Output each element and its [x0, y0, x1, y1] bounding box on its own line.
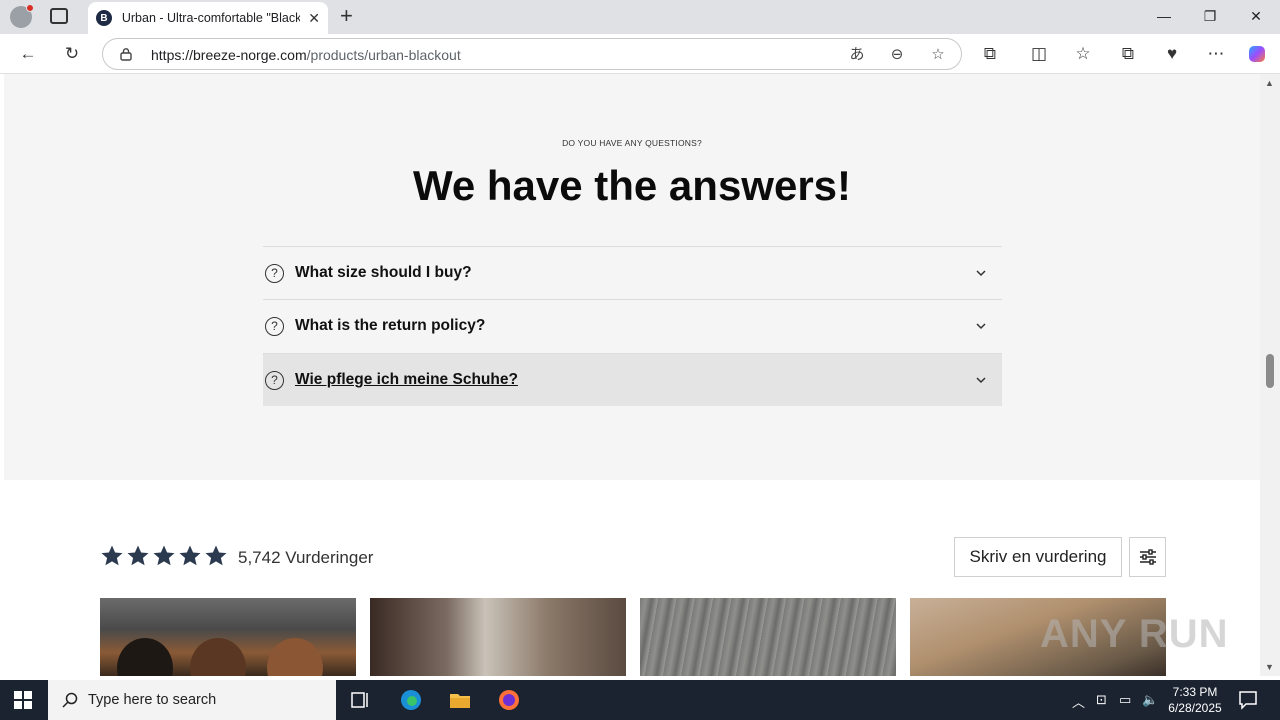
star-icon [205, 545, 227, 566]
star-icon [153, 545, 175, 566]
copilot-icon[interactable] [1247, 44, 1267, 64]
close-window-button[interactable]: ✕ [1246, 8, 1266, 25]
faq-item-size[interactable]: ? What size should I buy? [263, 246, 1002, 299]
filter-button[interactable] [1129, 537, 1166, 577]
faq-eyebrow: DO YOU HAVE ANY QUESTIONS? [562, 138, 702, 148]
collections-icon[interactable]: ⧉ [1118, 44, 1138, 64]
web-page: DO YOU HAVE ANY QUESTIONS? We have the a… [0, 74, 1260, 676]
profile-avatar[interactable] [10, 4, 34, 28]
star-rating [100, 544, 228, 568]
chevron-down-icon [976, 377, 986, 384]
windows-taskbar: Type here to search ︿ ⊡ ▭ 🔈 7:33 PM 6/28… [0, 680, 1280, 720]
anyrun-watermark: ANY RUN [1040, 612, 1229, 656]
write-review-button[interactable]: Skriv en vurdering [954, 537, 1122, 577]
firefox-icon[interactable] [497, 688, 521, 712]
site-favicon: B [96, 10, 112, 26]
taskbar-clock[interactable]: 7:33 PM 6/28/2025 [1160, 684, 1230, 716]
task-view-icon[interactable] [348, 688, 372, 712]
site-info-icon[interactable] [119, 47, 133, 61]
taskbar-search[interactable]: Type here to search [48, 680, 336, 720]
refresh-icon[interactable]: ↻ [62, 44, 82, 64]
review-photo[interactable] [100, 598, 356, 676]
windows-start-icon[interactable] [14, 691, 32, 709]
close-tab-icon[interactable]: ✕ [308, 10, 320, 27]
clock-date: 6/28/2025 [1168, 701, 1222, 715]
minimize-button[interactable]: — [1154, 8, 1174, 24]
notifications-icon[interactable] [1236, 688, 1260, 712]
faq-item-shoe-care[interactable]: ? Wie pflege ich meine Schuhe? [263, 353, 1002, 406]
file-explorer-icon[interactable] [448, 688, 472, 712]
browser-essentials-icon[interactable]: ♥ [1162, 44, 1182, 64]
faq-question: What is the return policy? [295, 317, 486, 334]
search-placeholder: Type here to search [88, 692, 217, 708]
volume-icon[interactable]: 🔈 [1142, 692, 1158, 708]
meet-now-icon[interactable]: ⊡ [1096, 692, 1107, 708]
page-scrollbar[interactable]: ▲ ▼ [1260, 74, 1280, 676]
extensions-icon[interactable]: ⧉ [980, 44, 1000, 64]
chevron-down-icon [976, 323, 986, 330]
scroll-up-icon[interactable]: ▲ [1265, 78, 1274, 88]
tab-bar: B Urban - Ultra-comfortable "Black ✕ + —… [0, 0, 1280, 34]
tab-title: Urban - Ultra-comfortable "Black [121, 11, 301, 25]
chevron-down-icon [976, 270, 986, 277]
faq-question: Wie pflege ich meine Schuhe? [295, 371, 518, 388]
scrollbar-thumb[interactable] [1266, 354, 1274, 388]
faq-item-return-policy[interactable]: ? What is the return policy? [263, 299, 1002, 352]
settings-more-icon[interactable]: ⋯ [1206, 44, 1226, 64]
restore-button[interactable]: ❐ [1200, 8, 1220, 25]
notification-dot [26, 4, 34, 12]
search-icon [62, 692, 78, 708]
favorites-icon[interactable]: ☆ [1073, 44, 1093, 64]
split-screen-icon[interactable]: ◫ [1029, 44, 1049, 64]
question-icon: ? [265, 370, 284, 390]
faq-section: DO YOU HAVE ANY QUESTIONS? We have the a… [4, 74, 1260, 480]
tab-actions-icon[interactable] [50, 8, 68, 24]
translate-icon[interactable]: あ [847, 45, 867, 65]
review-count: 5,742 Vurderinger [238, 548, 374, 567]
star-icon [127, 545, 149, 566]
favorite-star-icon[interactable]: ☆ [928, 45, 948, 65]
faq-headline: We have the answers! [412, 162, 852, 209]
browser-toolbar: ← ↻ https://breeze-norge.com/products/ur… [0, 34, 1280, 74]
faq-question: What size should I buy? [295, 264, 472, 281]
show-hidden-icons[interactable]: ︿ [1072, 692, 1085, 711]
url-text[interactable]: https://breeze-norge.com/products/urban-… [151, 47, 461, 63]
back-icon[interactable]: ← [18, 44, 38, 64]
star-icon [179, 545, 201, 566]
review-photo[interactable] [370, 598, 626, 676]
question-icon: ? [265, 263, 284, 283]
edge-icon[interactable] [399, 688, 423, 712]
star-icon [101, 545, 123, 566]
address-bar[interactable]: https://breeze-norge.com/products/urban-… [102, 38, 962, 70]
scroll-down-icon[interactable]: ▼ [1265, 662, 1274, 672]
question-icon: ? [265, 316, 284, 336]
new-tab-button[interactable]: + [340, 5, 353, 27]
review-photo[interactable] [640, 598, 896, 676]
clock-time: 7:33 PM [1172, 685, 1218, 699]
network-icon[interactable]: ▭ [1119, 692, 1131, 708]
sliders-icon [1139, 549, 1156, 565]
reading-mode-icon[interactable]: ⊖ [887, 45, 907, 65]
browser-tab[interactable]: B Urban - Ultra-comfortable "Black ✕ [88, 2, 328, 34]
